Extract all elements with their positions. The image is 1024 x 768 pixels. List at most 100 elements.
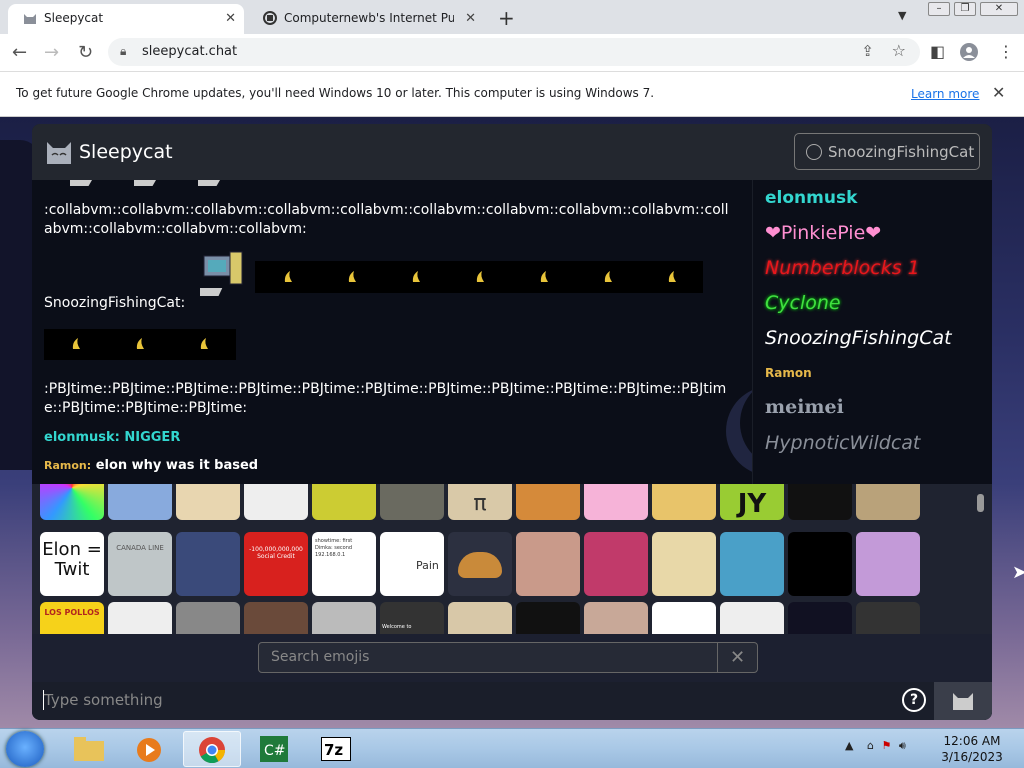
banana-emoji bbox=[284, 271, 292, 282]
chat-message-text: :collabvm::collabvm::collabvm::collabvm:… bbox=[44, 202, 729, 237]
emoji-tile[interactable] bbox=[244, 602, 308, 634]
taskbar-media[interactable] bbox=[120, 731, 178, 767]
minimize-button[interactable]: – bbox=[928, 2, 950, 16]
emoji-image bbox=[198, 180, 220, 186]
banana-emoji bbox=[540, 271, 548, 282]
emoji-tile[interactable] bbox=[448, 602, 512, 634]
reload-icon[interactable]: ↻ bbox=[78, 42, 93, 63]
taskbar-csharp[interactable]: C# bbox=[245, 731, 303, 767]
tab-close-icon[interactable]: ✕ bbox=[225, 11, 236, 26]
send-button[interactable] bbox=[934, 682, 992, 720]
chat-log: :collabvm::collabvm::collabvm::collabvm:… bbox=[32, 180, 752, 484]
emoji-tile[interactable] bbox=[176, 532, 240, 596]
volume-icon[interactable]: 🔊︎ bbox=[899, 739, 906, 752]
new-tab-button[interactable]: + bbox=[498, 6, 515, 30]
profile-icon[interactable] bbox=[960, 43, 978, 61]
csharp-icon: C# bbox=[260, 736, 288, 762]
emoji-tile[interactable]: CANADA LINE bbox=[108, 532, 172, 596]
update-infobar: To get future Google Chrome updates, you… bbox=[0, 71, 1024, 117]
emoji-tile[interactable] bbox=[244, 484, 308, 520]
emoji-tile[interactable] bbox=[584, 484, 648, 520]
emoji-tile[interactable] bbox=[652, 484, 716, 520]
emoji-tile[interactable] bbox=[584, 532, 648, 596]
taskbar-explorer[interactable] bbox=[60, 731, 118, 767]
emoji-scrollbar[interactable] bbox=[977, 494, 984, 512]
emoji-tile[interactable]: π bbox=[448, 484, 512, 520]
chrome-icon bbox=[199, 737, 226, 764]
clock[interactable]: 12:06 AM 3/16/2023 bbox=[940, 733, 1004, 765]
emoji-search-input[interactable]: Search emojis bbox=[271, 649, 369, 665]
emoji-tile[interactable] bbox=[584, 602, 648, 634]
chevron-down-icon[interactable]: ▼ bbox=[898, 9, 906, 22]
tab-sleepycat[interactable]: Sleepycat ✕ bbox=[8, 4, 244, 34]
user-list-item[interactable]: Ramon bbox=[765, 366, 812, 380]
emoji-tile[interactable] bbox=[312, 602, 376, 634]
emoji-tile[interactable] bbox=[380, 484, 444, 520]
emoji-tile[interactable]: LOS POLLOS bbox=[40, 602, 104, 634]
url-text: sleepycat.chat bbox=[142, 44, 238, 59]
chat-username: Ramon: bbox=[44, 459, 92, 472]
emoji-tile[interactable] bbox=[720, 532, 784, 596]
emoji-tile[interactable] bbox=[788, 602, 852, 634]
network-icon[interactable]: ⌂ bbox=[867, 739, 874, 752]
user-list-item[interactable]: Numberblocks 1 bbox=[765, 257, 920, 279]
emoji-tile[interactable] bbox=[176, 484, 240, 520]
user-list-item[interactable]: ❤PinkiePie❤ bbox=[765, 222, 881, 244]
emoji-tile[interactable] bbox=[788, 532, 852, 596]
forward-icon[interactable]: → bbox=[44, 42, 59, 63]
sidepanel-icon[interactable]: ◧ bbox=[930, 42, 945, 61]
user-list-item[interactable]: meimei bbox=[765, 396, 844, 418]
help-button[interactable]: ? bbox=[902, 688, 926, 712]
share-icon[interactable]: ⇪ bbox=[861, 42, 874, 60]
start-button[interactable] bbox=[6, 731, 44, 767]
emoji-tile[interactable] bbox=[652, 602, 716, 634]
user-list-item[interactable]: elonmusk bbox=[765, 188, 857, 208]
emoji-tile[interactable] bbox=[448, 532, 512, 596]
user-list-item[interactable]: SnoozingFishingCat bbox=[765, 327, 952, 349]
banana-emoji bbox=[604, 271, 612, 282]
tab-close-icon[interactable]: ✕ bbox=[465, 11, 476, 26]
emoji-tile[interactable] bbox=[720, 602, 784, 634]
maximize-button[interactable]: ❐ bbox=[954, 2, 976, 16]
tab-computernewb[interactable]: Computernewb's Internet Pub Hu ✕ bbox=[248, 4, 484, 34]
emoji-tile[interactable] bbox=[516, 532, 580, 596]
star-icon[interactable]: ☆ bbox=[892, 41, 906, 60]
emoji-tile[interactable]: showtime: first Dimka: second 192.168.0.1 bbox=[312, 532, 376, 596]
emoji-tile[interactable]: JY bbox=[720, 484, 784, 520]
emoji-tile[interactable] bbox=[788, 484, 852, 520]
emoji-tile[interactable] bbox=[108, 484, 172, 520]
taskbar-7zip[interactable]: 7z bbox=[306, 731, 364, 767]
emoji-tile[interactable] bbox=[176, 602, 240, 634]
clear-search-icon[interactable]: ✕ bbox=[717, 643, 757, 672]
emoji-tile[interactable] bbox=[516, 602, 580, 634]
emoji-tile[interactable] bbox=[40, 484, 104, 520]
close-window-button[interactable]: ✕ bbox=[980, 2, 1018, 16]
message-input[interactable]: Type something bbox=[44, 691, 163, 709]
close-icon[interactable]: ✕ bbox=[992, 83, 1005, 102]
emoji-tile[interactable] bbox=[516, 484, 580, 520]
user-list-item[interactable]: Cyclone bbox=[765, 292, 841, 314]
show-hidden-icons[interactable]: ▲ bbox=[845, 739, 853, 752]
user-list-item[interactable]: HypnoticWildcat bbox=[765, 432, 920, 454]
emoji-tile[interactable] bbox=[856, 532, 920, 596]
back-icon[interactable]: ← bbox=[12, 42, 27, 63]
address-bar[interactable]: 🔒︎ sleepycat.chat ⇪ ☆ bbox=[108, 38, 920, 66]
menu-icon[interactable]: ⋮ bbox=[998, 42, 1014, 61]
learn-more-link[interactable]: Learn more bbox=[911, 87, 979, 101]
emoji-tile[interactable]: -100,000,000,000 Social Credit bbox=[244, 532, 308, 596]
user-icon bbox=[806, 144, 822, 160]
flag-icon[interactable]: ⚑ bbox=[881, 739, 891, 752]
emoji-tile[interactable]: Welcome to bbox=[380, 602, 444, 634]
emoji-tile[interactable] bbox=[856, 484, 920, 520]
emoji-tile[interactable] bbox=[108, 602, 172, 634]
emoji-tile[interactable] bbox=[312, 484, 376, 520]
site-icon bbox=[263, 11, 277, 25]
user-button[interactable]: SnoozingFishingCat bbox=[794, 133, 980, 170]
taskbar-chrome[interactable] bbox=[183, 731, 241, 767]
banana-emoji bbox=[412, 271, 420, 282]
emoji-tile[interactable] bbox=[856, 602, 920, 634]
emoji-tile[interactable]: Pain bbox=[380, 532, 444, 596]
social-credit-amount: -100,000,000,000 bbox=[249, 546, 303, 553]
emoji-tile[interactable]: Elon = Twit bbox=[40, 532, 104, 596]
emoji-tile[interactable] bbox=[652, 532, 716, 596]
